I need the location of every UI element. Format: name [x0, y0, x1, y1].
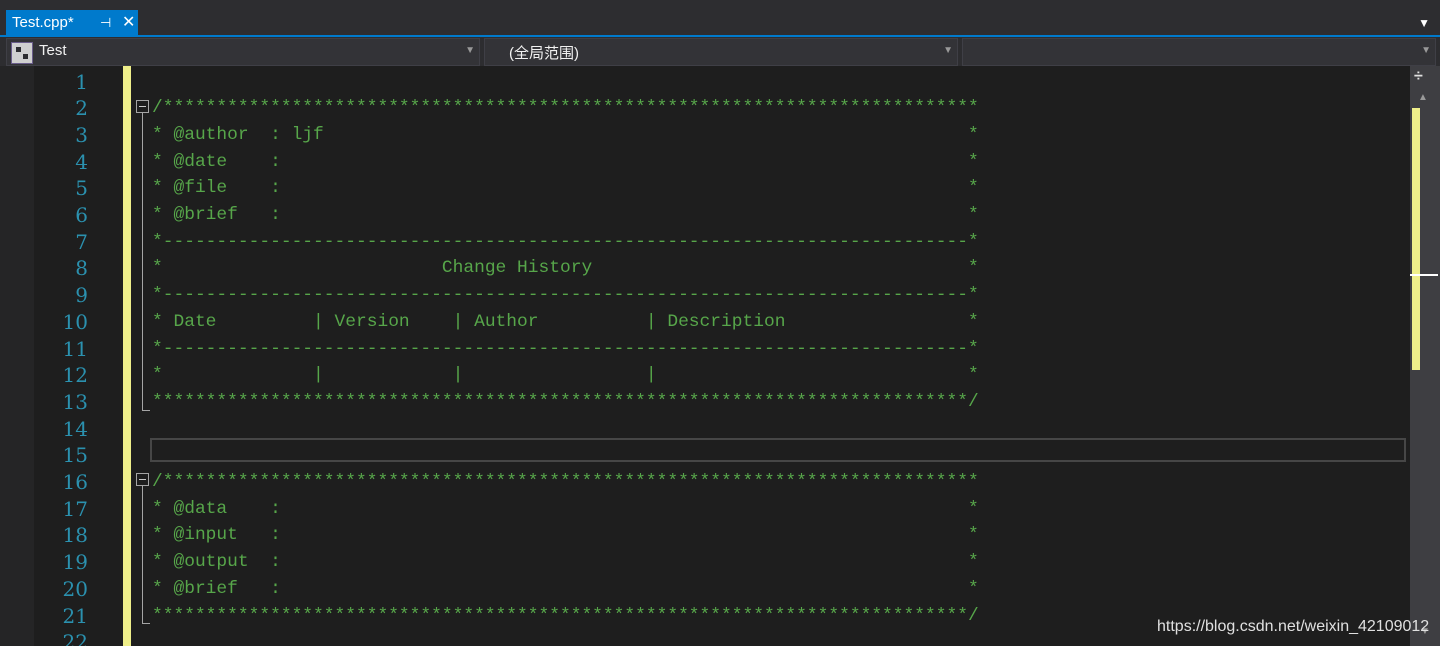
navigation-bar: Test ▼ (全局范围) ▼ ▼ — [0, 37, 1440, 66]
scrollbar-thumb[interactable] — [1412, 108, 1420, 370]
line-number: 2 — [75, 96, 88, 121]
code-line[interactable]: * @file : * — [152, 175, 979, 202]
code-line[interactable]: /***************************************… — [152, 469, 979, 496]
code-line[interactable]: * @brief : * — [152, 202, 979, 229]
line-number: 5 — [75, 176, 88, 201]
project-name: Test — [39, 42, 67, 59]
chevron-down-icon: ▼ — [1421, 45, 1431, 56]
member-dropdown[interactable]: ▼ — [962, 38, 1436, 66]
line-number: 14 — [62, 416, 88, 441]
code-line[interactable]: * @author : ljf * — [152, 122, 979, 149]
line-number: 10 — [62, 309, 88, 334]
project-dropdown[interactable]: Test ▼ — [6, 38, 480, 66]
line-number: 8 — [75, 256, 88, 281]
code-line[interactable]: /***************************************… — [152, 95, 979, 122]
watermark-text: https://blog.csdn.net/weixin_42109012 — [1157, 618, 1430, 635]
line-number: 13 — [62, 389, 88, 414]
scroll-position-marker — [1410, 274, 1438, 276]
vertical-scrollbar[interactable]: ÷ ▲ ▼ — [1410, 66, 1440, 646]
current-line-highlight — [150, 438, 1406, 462]
scroll-up-arrow-icon[interactable]: ▲ — [1418, 92, 1428, 103]
code-line[interactable]: * @output : * — [152, 549, 979, 576]
tab-title: Test.cpp* — [12, 14, 74, 31]
line-number: 22 — [62, 630, 88, 646]
tab-strip: Test.cpp* ⊣ ✕ ▼ — [0, 0, 1440, 36]
project-icon — [11, 42, 33, 64]
code-line[interactable]: * @date : * — [152, 149, 979, 176]
line-number: 6 — [75, 203, 88, 227]
code-line[interactable]: ****************************************… — [152, 389, 979, 416]
indicator-margin — [0, 66, 34, 646]
fold-guide-end — [142, 410, 150, 411]
line-number: 16 — [62, 470, 88, 494]
close-icon[interactable]: ✕ — [122, 10, 135, 36]
line-number: 19 — [62, 550, 88, 575]
chevron-down-icon: ▼ — [943, 45, 953, 56]
fold-guide — [142, 112, 143, 410]
tab-test-cpp[interactable]: Test.cpp* ⊣ ✕ — [6, 10, 138, 36]
line-number: 20 — [62, 576, 88, 601]
line-number: 11 — [62, 336, 88, 361]
code-line[interactable]: *---------------------------------------… — [152, 336, 979, 363]
line-number: 15 — [62, 443, 88, 468]
line-number: 1 — [75, 69, 88, 94]
chevron-down-icon: ▼ — [465, 45, 475, 56]
line-number: 12 — [62, 363, 88, 388]
line-number: 18 — [62, 523, 88, 548]
line-number: 3 — [75, 122, 88, 147]
line-number: 17 — [62, 496, 88, 521]
fold-guide — [142, 485, 143, 623]
code-line[interactable]: ****************************************… — [152, 603, 979, 630]
line-number: 21 — [62, 603, 88, 628]
line-number: 4 — [75, 149, 88, 174]
line-number: 9 — [75, 283, 88, 308]
code-line[interactable]: * Date | Version | Author | Description … — [152, 309, 979, 336]
scope-value: (全局范围) — [509, 45, 579, 62]
code-line[interactable]: * @data : * — [152, 496, 979, 523]
line-number: 7 — [75, 229, 88, 254]
code-editor[interactable]: 1 2 3 4 5 6 7 8 9 10 11 12 13 14 15 16 17 18 19 20 21 22 /***… — [0, 66, 1410, 646]
code-line[interactable]: * | | | * — [152, 362, 979, 389]
code-line[interactable]: *---------------------------------------… — [152, 229, 979, 256]
fold-guide-end — [142, 623, 150, 624]
code-line[interactable]: * @brief : * — [152, 576, 979, 603]
code-line[interactable]: *---------------------------------------… — [152, 282, 979, 309]
code-line[interactable]: * Change History * — [152, 255, 979, 282]
change-tracking-bar — [123, 66, 131, 646]
split-editor-icon[interactable]: ÷ — [1414, 68, 1423, 86]
tab-overflow-dropdown-icon[interactable]: ▼ — [1418, 16, 1430, 30]
scope-dropdown[interactable]: (全局范围) ▼ — [484, 38, 958, 66]
code-line[interactable]: * @input : * — [152, 522, 979, 549]
pin-icon[interactable]: ⊣ — [100, 10, 111, 36]
